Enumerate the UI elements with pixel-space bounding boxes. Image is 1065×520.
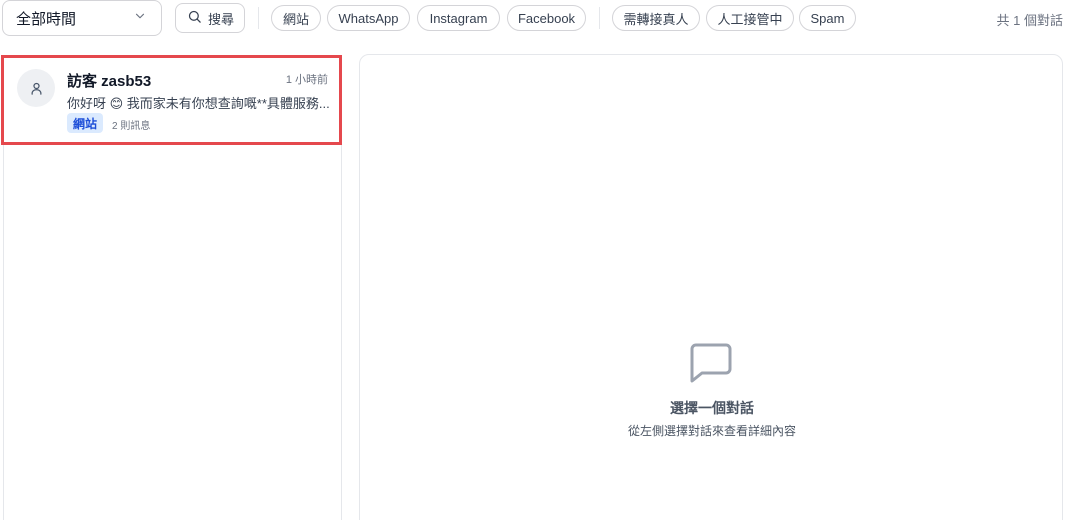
divider xyxy=(258,7,259,29)
search-label: 搜尋 xyxy=(208,11,235,27)
chevron-down-icon xyxy=(133,9,147,27)
search-icon xyxy=(187,9,202,27)
inbox-page: 全部時間 搜尋 網站 WhatsApp Instagram Facebook 需… xyxy=(0,0,1065,520)
message-count: 2 則訊息 xyxy=(112,121,151,132)
filter-chip-human-takeover[interactable]: 人工接管中 xyxy=(706,5,794,31)
empty-state-subtitle: 從左側選擇對話來查看詳細內容 xyxy=(627,424,796,438)
conversation-preview: 你好呀 😊 我而家未有你想查詢嘅**具體服務... xyxy=(67,96,330,111)
conversation-list: 訪客 zasb53 1 小時前 你好呀 😊 我而家未有你想查詢嘅**具體服務..… xyxy=(1,55,342,520)
conversation-item[interactable]: 訪客 zasb53 1 小時前 你好呀 😊 我而家未有你想查詢嘅**具體服務..… xyxy=(1,55,342,145)
message-square-icon xyxy=(690,343,732,388)
avatar xyxy=(17,69,55,107)
conversation-name: 訪客 zasb53 xyxy=(67,73,152,90)
divider xyxy=(599,7,600,29)
empty-state-title: 選擇一個對話 xyxy=(670,400,754,416)
time-filter-select[interactable]: 全部時間 xyxy=(2,0,162,36)
filter-chip-website[interactable]: 網站 xyxy=(271,5,321,31)
user-icon xyxy=(31,82,41,95)
time-filter-value: 全部時間 xyxy=(16,10,77,28)
filter-chip-whatsapp[interactable]: WhatsApp xyxy=(327,5,410,31)
filter-chip-needs-human[interactable]: 需轉接真人 xyxy=(612,5,700,31)
channel-badge: 網站 xyxy=(67,113,104,133)
conversation-total: 共 1 個對話 xyxy=(996,13,1063,28)
conversation-time: 1 小時前 xyxy=(285,74,328,86)
filter-chip-spam[interactable]: Spam xyxy=(799,5,856,31)
conversation-detail-panel: 選擇一個對話 從左側選擇對話來查看詳細內容 xyxy=(359,54,1063,520)
filter-chip-facebook[interactable]: Facebook xyxy=(507,5,586,31)
filter-toolbar: 全部時間 搜尋 網站 WhatsApp Instagram Facebook 需… xyxy=(0,0,1065,36)
search-button[interactable]: 搜尋 xyxy=(175,3,245,33)
filter-chip-instagram[interactable]: Instagram xyxy=(417,5,500,31)
